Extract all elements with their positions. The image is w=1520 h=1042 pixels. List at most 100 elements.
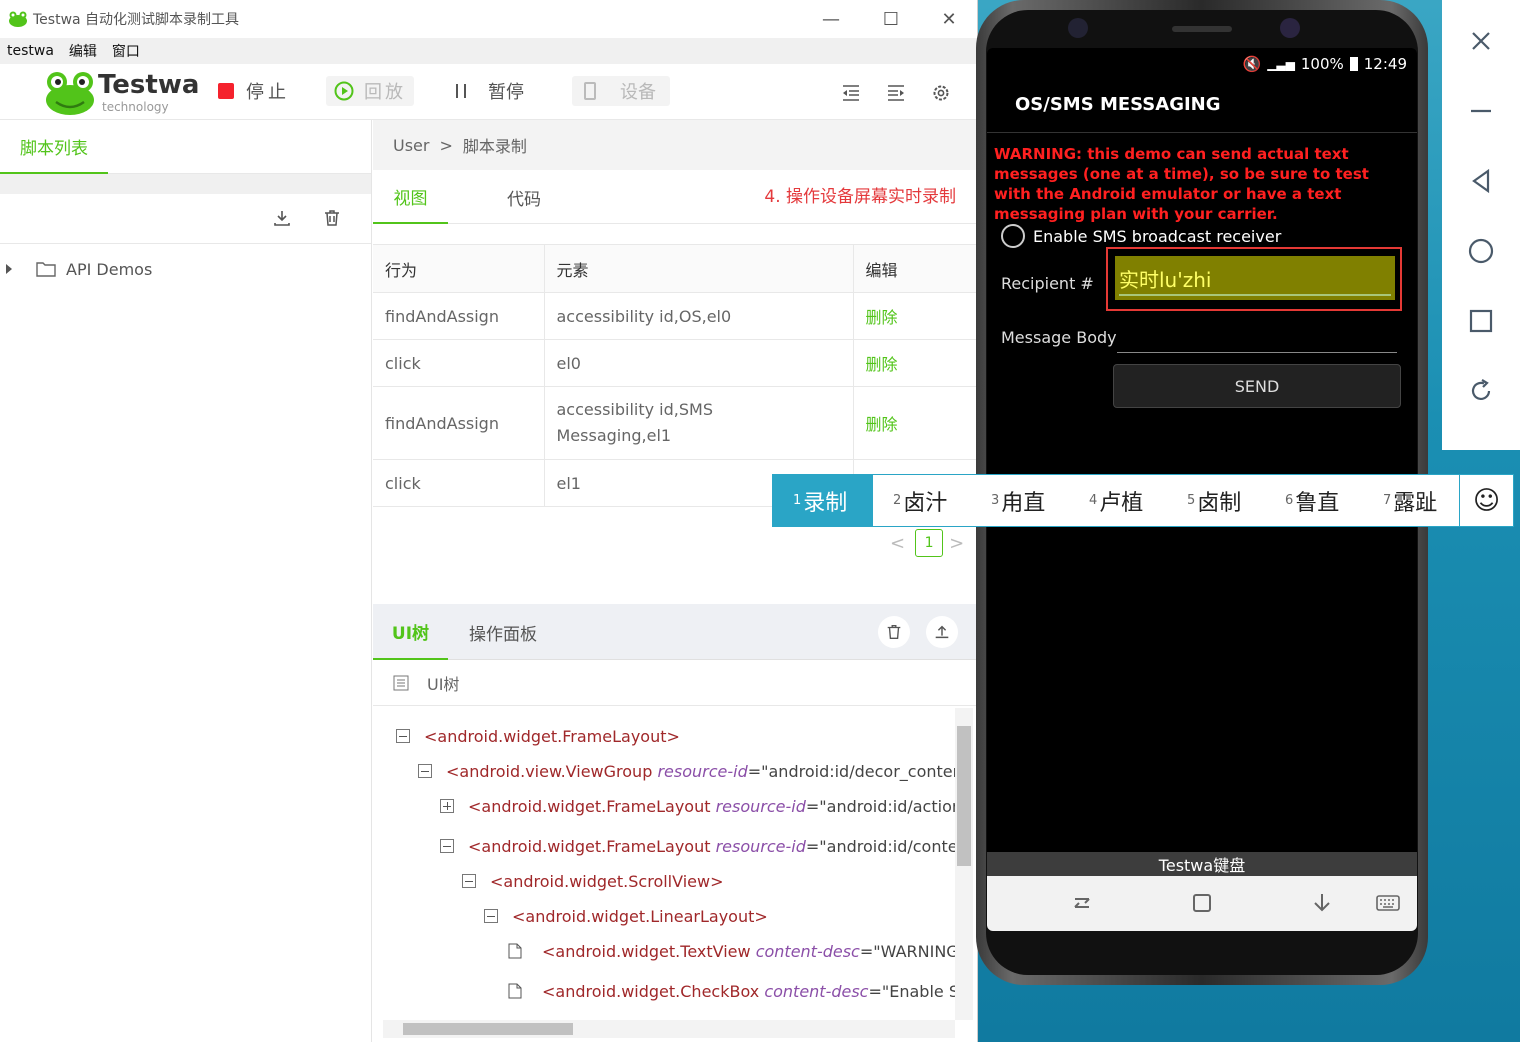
- breadcrumb-root[interactable]: User: [393, 136, 429, 155]
- ui-tree-delete-button[interactable]: [878, 616, 910, 648]
- battery-icon: [1349, 57, 1358, 71]
- rotate-icon[interactable]: [1466, 376, 1496, 406]
- list-actions: [0, 194, 371, 244]
- close-icon[interactable]: [1466, 26, 1496, 56]
- candidate-text: 录制: [803, 490, 848, 516]
- breadcrumb-separator: >: [439, 135, 453, 155]
- tree-item-api-demos[interactable]: API Demos: [0, 254, 152, 284]
- menu-testwa[interactable]: testwa: [7, 43, 54, 59]
- candidate-index: 2: [893, 493, 902, 508]
- tab-code[interactable]: 代码: [489, 170, 559, 224]
- recipient-input[interactable]: 实时lu'zhi: [1115, 256, 1395, 300]
- message-body-input[interactable]: [1117, 352, 1397, 353]
- node-tag: <android.widget.FrameLayout: [468, 796, 711, 816]
- collapse-icon[interactable]: [462, 874, 476, 888]
- caret-right-icon[interactable]: [6, 264, 12, 274]
- title-divider: [987, 132, 1417, 133]
- ime-candidate[interactable]: 7 露趾: [1363, 475, 1461, 526]
- device-button[interactable]: 设备: [572, 76, 670, 106]
- scrollbar-thumb[interactable]: [403, 1023, 573, 1035]
- download-icon[interactable]: [272, 208, 292, 228]
- tree-node[interactable]: <android.widget.ScrollView>: [462, 868, 724, 894]
- ime-candidate[interactable]: 6 鲁直: [1265, 475, 1363, 526]
- ui-tree-upload-button[interactable]: [926, 616, 958, 648]
- ime-candidate-bar: 1 录制 2 卤汁 3 甪直 4 卢植 5 卤制 6 鲁直 7 露趾 ☺: [772, 474, 1514, 527]
- tab-ui-tree[interactable]: UI树: [373, 604, 448, 660]
- tree-node[interactable]: <android.widget.FrameLayout>: [396, 723, 680, 749]
- scrollbar-thumb[interactable]: [957, 726, 971, 866]
- keyboard-icon[interactable]: [1375, 890, 1401, 916]
- menu-window[interactable]: 窗口: [112, 41, 140, 61]
- smiley-icon: ☺: [1472, 485, 1501, 516]
- tab-view[interactable]: 视图: [373, 170, 448, 224]
- battery-percent: 100%: [1300, 55, 1344, 73]
- delete-link[interactable]: 删除: [852, 339, 977, 387]
- expand-icon[interactable]: [440, 799, 454, 813]
- overview-icon[interactable]: [1466, 306, 1496, 336]
- pause-icon: [456, 84, 466, 98]
- minimize-icon[interactable]: [1466, 96, 1496, 126]
- file-icon: [508, 983, 522, 999]
- outdent-icon[interactable]: [840, 82, 862, 104]
- vertical-scrollbar[interactable]: [955, 708, 973, 1020]
- candidate-text: 卤汁: [903, 490, 948, 516]
- tree-node[interactable]: <android.widget.TextView content-desc ="W…: [508, 938, 955, 964]
- stop-button[interactable]: 停止: [218, 76, 298, 106]
- pause-button[interactable]: 暂停: [444, 76, 544, 106]
- tree-node[interactable]: <android.widget.CheckBox content-desc ="E…: [508, 978, 955, 1004]
- input-underline: [1119, 294, 1391, 296]
- indent-icon[interactable]: [885, 82, 907, 104]
- folder-icon: [36, 262, 56, 277]
- cell-action: findAndAssign: [373, 386, 544, 460]
- node-value: ="Enable SMS: [868, 981, 955, 1001]
- ui-tree-title: UI树: [427, 674, 460, 694]
- ime-candidate[interactable]: 3 甪直: [971, 475, 1069, 526]
- next-page-button[interactable]: >: [949, 533, 964, 554]
- candidate-index: 7: [1383, 493, 1392, 508]
- page-1-button[interactable]: 1: [915, 529, 944, 557]
- back-icon[interactable]: [1466, 166, 1496, 196]
- collapse-icon[interactable]: [396, 729, 410, 743]
- checkbox-circle[interactable]: [1001, 224, 1025, 248]
- hide-keyboard-icon[interactable]: [1309, 890, 1335, 916]
- home-nav-icon[interactable]: [1189, 890, 1215, 916]
- tree-node[interactable]: <android.widget.FrameLayout resource-id =…: [440, 833, 955, 859]
- tree-node[interactable]: <android.widget.FrameLayout resource-id =…: [440, 793, 955, 819]
- horizontal-scrollbar[interactable]: [383, 1020, 955, 1038]
- recents-nav-icon[interactable]: [1069, 890, 1095, 916]
- script-list-panel: 脚本列表 API Demos: [0, 120, 372, 1042]
- tree-node[interactable]: <android.widget.LinearLayout>: [484, 903, 768, 929]
- collapse-icon[interactable]: [440, 839, 454, 853]
- minimize-button[interactable]: —: [808, 4, 854, 34]
- menu-edit[interactable]: 编辑: [69, 41, 97, 61]
- ui-tree-tabs: UI树 操作面板: [373, 604, 977, 660]
- replay-label: 回放: [364, 82, 406, 103]
- delete-link[interactable]: 删除: [852, 386, 977, 460]
- home-icon[interactable]: [1466, 236, 1496, 266]
- collapse-icon[interactable]: [418, 764, 432, 778]
- ime-candidate[interactable]: 2 卤汁: [873, 475, 971, 526]
- sms-receiver-checkbox[interactable]: Enable SMS broadcast receiver: [1001, 224, 1281, 248]
- tab-script-list[interactable]: 脚本列表: [0, 120, 108, 174]
- recipient-label: Recipient #: [1001, 274, 1094, 293]
- ime-candidate[interactable]: 5 卤制: [1167, 475, 1265, 526]
- ime-candidate[interactable]: 1 录制: [773, 475, 873, 526]
- title-bar: Testwa 自动化测试脚本录制工具 — ☐ ✕: [0, 0, 977, 38]
- ime-candidate[interactable]: 4 卢植: [1069, 475, 1167, 526]
- delete-link[interactable]: 删除: [852, 292, 977, 340]
- candidate-text: 卤制: [1197, 490, 1242, 516]
- file-icon: [508, 943, 522, 959]
- prev-page-button[interactable]: <: [890, 533, 905, 554]
- tree-node[interactable]: <android.view.ViewGroup resource-id ="and…: [418, 758, 955, 784]
- close-button[interactable]: ✕: [926, 4, 972, 34]
- tab-operation-panel[interactable]: 操作面板: [463, 604, 543, 660]
- trash-icon[interactable]: [322, 208, 342, 228]
- replay-button[interactable]: 回放: [326, 76, 414, 106]
- send-button[interactable]: SEND: [1113, 364, 1401, 408]
- emoji-button[interactable]: ☺: [1459, 475, 1513, 526]
- recipient-value: 实时lu'zhi: [1119, 268, 1212, 292]
- menu-bar: testwa 编辑 窗口: [0, 38, 977, 64]
- collapse-icon[interactable]: [484, 909, 498, 923]
- settings-gear-icon[interactable]: [930, 82, 952, 104]
- maximize-button[interactable]: ☐: [868, 4, 914, 34]
